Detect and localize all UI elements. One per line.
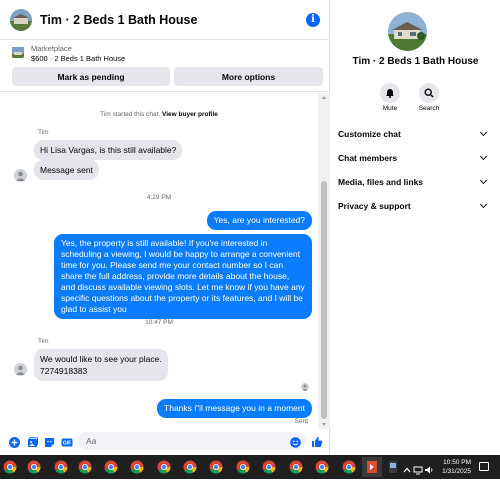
more-options-button[interactable]: More options <box>174 67 323 86</box>
plus-icon[interactable] <box>9 435 20 448</box>
emoji-icon[interactable] <box>290 435 301 448</box>
row-label: Privacy & support <box>338 201 411 211</box>
chevron-down-icon <box>479 200 488 209</box>
media-files-links-row[interactable]: Media, files and links <box>338 176 490 187</box>
photo-icon[interactable] <box>27 435 38 447</box>
outgoing-message: Yes, the property is still available! If… <box>54 234 312 319</box>
message-line: We would like to see your place. <box>40 354 162 364</box>
chrome-icon[interactable] <box>236 460 250 474</box>
volume-icon[interactable] <box>424 462 434 474</box>
mute-label: Mute <box>382 105 398 112</box>
search-label: Search <box>418 105 440 112</box>
svg-text:GIF: GIF <box>63 441 71 447</box>
timestamp: 4:29 PM <box>146 194 172 201</box>
chevron-up-icon[interactable] <box>402 462 412 473</box>
details-title: Tim · 2 Beds 1 Bath House <box>352 56 479 67</box>
row-label: Media, files and links <box>338 177 424 187</box>
search-icon <box>424 88 434 98</box>
app-icon[interactable] <box>365 460 379 474</box>
marketplace-item[interactable]: $600 · 2 Beds 1 Bath House <box>31 54 125 63</box>
message-line: 7274918383 <box>40 366 88 376</box>
read-receipt-avatar <box>301 383 309 391</box>
sent-status: Sent <box>294 418 308 425</box>
mute-button[interactable] <box>380 83 400 103</box>
row-label: Customize chat <box>338 129 401 139</box>
sender-name: Tim <box>38 129 49 136</box>
incoming-message: Hi Lisa Vargas, is this still available? <box>34 140 183 160</box>
chrome-icon[interactable] <box>342 460 356 474</box>
chrome-icon[interactable] <box>27 460 41 474</box>
messenger-window: Tim · 2 Beds 1 Bath House i Marketplace … <box>0 0 500 455</box>
listing-thumbnail[interactable] <box>10 8 32 31</box>
sender-name: Tim <box>38 338 49 345</box>
chrome-icon[interactable] <box>130 460 144 474</box>
sticker-icon[interactable] <box>44 435 55 447</box>
system-message: Tim started this chat. View buyer profil… <box>0 111 318 118</box>
listing-photo[interactable] <box>388 12 427 51</box>
message-list: Tim started this chat. View buyer profil… <box>0 93 318 429</box>
chevron-down-icon <box>479 128 488 137</box>
outgoing-message: Yes, are you interested? <box>206 211 312 230</box>
chevron-down-icon <box>479 152 488 161</box>
chrome-icon[interactable] <box>78 460 92 474</box>
chrome-icon[interactable] <box>209 460 223 474</box>
chat-header: Tim · 2 Beds 1 Bath House i <box>0 0 330 40</box>
chrome-icon[interactable] <box>157 460 171 474</box>
search-button[interactable] <box>419 83 439 103</box>
chat-started-text: Tim started this chat. <box>100 111 161 118</box>
message-input[interactable]: Aa <box>78 432 306 450</box>
row-label: Chat members <box>338 153 398 163</box>
outgoing-message: Thanks i"il message you in a moment <box>157 399 312 418</box>
marketplace-label: Marketplace <box>31 44 72 53</box>
clock-time: 10:50 PM <box>443 459 471 466</box>
incoming-message: Message sent <box>34 160 99 180</box>
chrome-icon[interactable] <box>3 460 17 474</box>
avatar[interactable] <box>14 169 27 182</box>
chat-pane: Tim · 2 Beds 1 Bath House i Marketplace … <box>0 0 330 455</box>
chat-title[interactable]: Tim · 2 Beds 1 Bath House <box>40 13 306 27</box>
incoming-message: We would like to see your place. 7274918… <box>34 349 168 381</box>
scrollbar-thumb[interactable] <box>321 181 327 419</box>
system-clock[interactable]: 10:50 PM 1/31/2025 <box>437 458 471 476</box>
marketplace-listing-thumbnail[interactable] <box>12 46 24 58</box>
chrome-icon[interactable] <box>54 460 68 474</box>
avatar[interactable] <box>14 363 27 376</box>
network-icon[interactable] <box>413 462 423 475</box>
timestamp: 10:47 PM <box>145 319 173 326</box>
chrome-icon[interactable] <box>183 460 197 474</box>
chevron-down-icon <box>479 176 488 185</box>
chrome-icon[interactable] <box>262 460 276 474</box>
chat-members-row[interactable]: Chat members <box>338 152 490 163</box>
mark-as-pending-button[interactable]: Mark as pending <box>12 67 170 86</box>
chrome-icon[interactable] <box>315 460 329 474</box>
privacy-support-row[interactable]: Privacy & support <box>338 200 490 211</box>
scroll-up-arrow-icon[interactable] <box>322 96 326 99</box>
gif-icon[interactable]: GIF <box>61 435 73 447</box>
info-icon[interactable]: i <box>306 12 320 27</box>
chat-details-panel: Tim · 2 Beds 1 Bath House Mute Search Cu… <box>331 0 500 455</box>
bell-icon <box>386 89 394 98</box>
notification-icon[interactable] <box>479 462 489 471</box>
clock-date: 1/31/2025 <box>442 468 471 475</box>
scroll-down-arrow-icon[interactable] <box>322 423 326 426</box>
chrome-icon[interactable] <box>104 460 118 474</box>
tray-app-icon[interactable] <box>388 460 398 473</box>
chrome-icon[interactable] <box>289 460 303 474</box>
customize-chat-row[interactable]: Customize chat <box>338 128 490 139</box>
like-icon[interactable] <box>311 435 323 447</box>
view-buyer-profile-link[interactable]: View buyer profile <box>162 111 218 118</box>
scrollbar[interactable] <box>318 93 330 429</box>
taskbar: 10:50 PM 1/31/2025 <box>0 455 500 479</box>
